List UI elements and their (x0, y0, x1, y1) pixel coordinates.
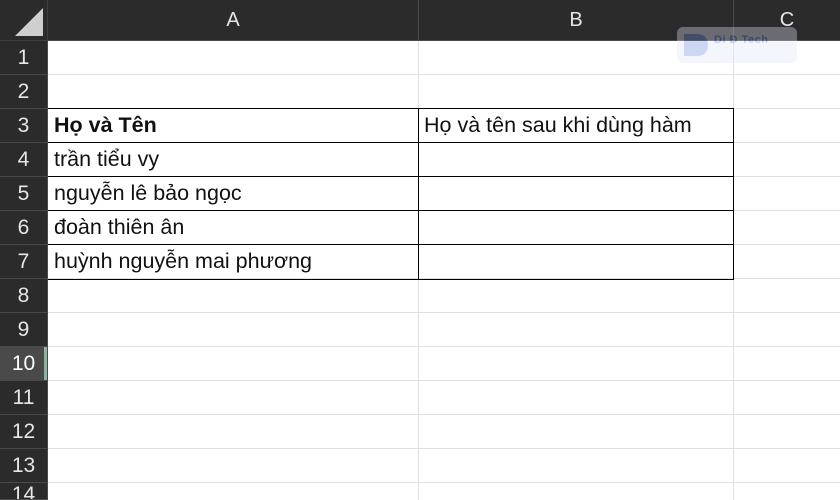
table-border (418, 108, 419, 280)
row-header-10[interactable]: 10 (0, 347, 48, 381)
spreadsheet[interactable]: A B C 1 2 3 4 5 6 7 8 9 10 11 12 13 14 H… (0, 0, 840, 500)
table-border (48, 210, 734, 211)
watermark-logo: Di Đ Tech (676, 26, 798, 64)
cell-a4[interactable]: trần tiểu vy (49, 143, 418, 176)
table-border (48, 244, 734, 245)
watermark-text: Di Đ Tech (714, 34, 769, 46)
cell-b7[interactable] (419, 245, 733, 278)
cell-b4[interactable] (419, 143, 733, 176)
gridline (48, 74, 840, 75)
gridline (48, 380, 840, 381)
row-header-12[interactable]: 12 (0, 415, 48, 449)
row-header-9[interactable]: 9 (0, 313, 48, 347)
row-header-11[interactable]: 11 (0, 381, 48, 415)
gridline (48, 482, 840, 483)
cell-b3[interactable]: Họ và tên sau khi dùng hàm (419, 109, 733, 142)
cell-a6[interactable]: đoàn thiên ân (49, 211, 418, 244)
table-border (48, 142, 734, 143)
row-header-7[interactable]: 7 (0, 245, 48, 279)
gridline (48, 346, 840, 347)
column-header-a[interactable]: A (48, 0, 419, 41)
cell-b6[interactable] (419, 211, 733, 244)
row-header-2[interactable]: 2 (0, 75, 48, 109)
row-header-4[interactable]: 4 (0, 143, 48, 177)
cell-a7[interactable]: huỳnh nguyễn mai phương (49, 245, 418, 278)
row-header-1[interactable]: 1 (0, 41, 48, 75)
gridline (48, 414, 840, 415)
row-header-5[interactable]: 5 (0, 177, 48, 211)
row-header-3[interactable]: 3 (0, 109, 48, 143)
row-header-6[interactable]: 6 (0, 211, 48, 245)
cell-a3[interactable]: Họ và Tên (49, 109, 418, 142)
table-border (48, 176, 734, 177)
cell-a5[interactable]: nguyễn lê bảo ngọc (49, 177, 418, 210)
table-border (48, 279, 734, 280)
select-all-triangle-icon (15, 8, 43, 36)
select-all-button[interactable] (0, 0, 48, 41)
gridline (48, 312, 840, 313)
gridline (48, 448, 840, 449)
table-border (48, 108, 734, 109)
row-header-14[interactable]: 14 (0, 483, 48, 500)
row-header-13[interactable]: 13 (0, 449, 48, 483)
cell-b5[interactable] (419, 177, 733, 210)
row-header-8[interactable]: 8 (0, 279, 48, 313)
table-border (733, 108, 734, 280)
